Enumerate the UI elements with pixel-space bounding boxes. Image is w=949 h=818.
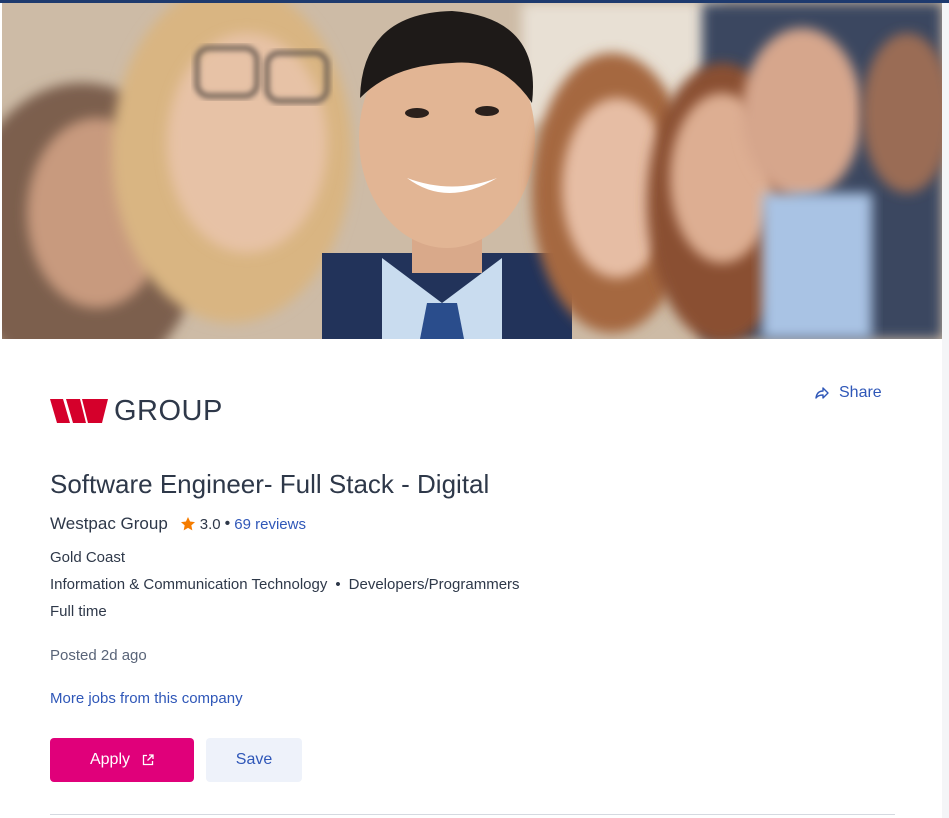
share-label: Share: [839, 384, 882, 401]
posted-date: Posted 2d ago: [50, 647, 147, 664]
job-work-type: Full time: [50, 603, 107, 620]
job-location: Gold Coast: [50, 549, 126, 566]
job-category: Information & Communication Technology: [50, 576, 328, 593]
job-classification: Information & Communication Technology • D…: [50, 575, 520, 595]
job-title: Software Engineer- Full Stack - Digital: [50, 469, 490, 499]
page-right-edge: [942, 3, 949, 818]
company-name: Westpac Group: [50, 514, 168, 533]
save-button[interactable]: Save: [206, 738, 302, 782]
rating-separator: •: [224, 515, 231, 532]
rating-value: 3.0: [199, 515, 221, 533]
reviews-link[interactable]: 69 reviews: [234, 516, 306, 533]
company-logo: GROUP: [50, 396, 223, 426]
apply-button[interactable]: Apply: [50, 738, 194, 782]
share-arrow-icon: [815, 387, 829, 399]
share-button[interactable]: Share: [815, 382, 882, 404]
section-divider: [50, 814, 895, 815]
hero-image: [2, 3, 942, 339]
category-separator: •: [335, 576, 341, 593]
external-link-icon: [142, 754, 154, 766]
hero-photo-illustration: [2, 3, 942, 339]
star-icon: [180, 517, 195, 531]
company-rating-row: Westpac Group 3.0 • 69 reviews: [50, 512, 306, 536]
more-jobs-link[interactable]: More jobs from this company: [50, 689, 243, 709]
logo-group-text: GROUP: [114, 395, 223, 427]
westpac-w-logo-icon: [50, 399, 108, 423]
apply-label: Apply: [89, 751, 131, 768]
job-subcategory: Developers/Programmers: [348, 576, 520, 593]
